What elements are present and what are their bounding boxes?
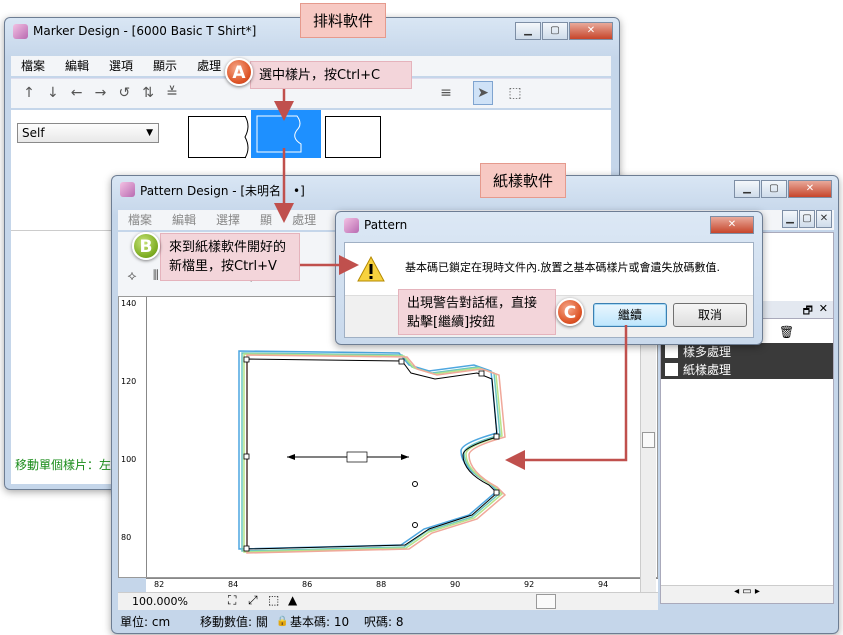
- ruler-label: 92: [524, 580, 535, 589]
- move-value-status: 移動數值: 關: [200, 615, 268, 629]
- app-icon: [120, 182, 135, 197]
- pointer-icon[interactable]: ➤: [473, 81, 493, 105]
- grid-icon[interactable]: ⬚: [268, 593, 279, 607]
- step-a-badge: A: [225, 58, 253, 86]
- step-c-callout: 出現警告對話框，直接點擊[繼續]按鈕: [398, 289, 556, 335]
- marker-title: Marker Design - [6000 Basic T Shirt*]: [33, 24, 257, 38]
- ruler-label: 80: [121, 533, 132, 542]
- fit-icon[interactable]: ⛶: [228, 593, 236, 608]
- base-size-status: 基本碼: 10: [290, 615, 350, 629]
- dialog-close-button[interactable]: ✕: [710, 216, 754, 234]
- move-right-icon[interactable]: →: [90, 85, 110, 101]
- close-button[interactable]: ✕: [788, 180, 832, 198]
- restore-icon[interactable]: 🗗: [803, 302, 813, 321]
- tool-icon[interactable]: ⟡: [122, 268, 142, 284]
- minimize-button[interactable]: ▁: [515, 22, 541, 40]
- warning-icon: [357, 256, 385, 282]
- close-icon[interactable]: ✕: [819, 302, 828, 315]
- zoom-level[interactable]: 100.000%: [132, 595, 188, 608]
- item-checkbox[interactable]: [665, 363, 678, 376]
- cancel-button[interactable]: 取消: [673, 303, 747, 327]
- pattern-software-callout: 紙樣軟件: [480, 163, 567, 198]
- menu-select[interactable]: 選擇: [206, 210, 250, 230]
- ruler-label: 88: [376, 580, 387, 589]
- pattern-title: Pattern Design - [未明名．•]: [140, 184, 305, 198]
- vertical-ruler: 140 120 100 80: [119, 297, 147, 577]
- ruler-label: 86: [302, 580, 313, 589]
- pattern-piece[interactable]: [188, 116, 246, 158]
- side-panel-item[interactable]: 紙樣處理: [661, 361, 833, 379]
- maximize-button[interactable]: ▢: [542, 22, 568, 40]
- marker-status: 移動單個樣片：左: [15, 458, 112, 472]
- flip-icon[interactable]: ⇅: [138, 85, 158, 101]
- step-b-callout: 來到紙樣軟件開好的新檔里，按Ctrl+V: [160, 233, 300, 281]
- horizontal-scrollbar-thumb[interactable]: [536, 594, 556, 609]
- step-a-callout: 選中樣片，按Ctrl+C: [250, 61, 412, 89]
- minimize-button[interactable]: ▁: [734, 180, 760, 198]
- size-status: 呎碼: 8: [364, 615, 404, 629]
- menu-process[interactable]: 處理: [282, 210, 326, 230]
- item-checkbox[interactable]: [665, 345, 678, 358]
- inner-restore-button[interactable]: ▢: [799, 210, 815, 228]
- lock-icon: 🔒: [276, 616, 289, 627]
- pattern-titlebar: Pattern Design - [未明名．•] ▁ ▢ ✕: [112, 176, 838, 204]
- continue-button[interactable]: 繼續: [593, 303, 667, 327]
- marker-software-callout: 排料軟件: [300, 3, 387, 38]
- dropdown-value: Self: [22, 126, 45, 140]
- app-icon: [344, 218, 359, 233]
- inner-close-button[interactable]: ✕: [816, 210, 832, 228]
- selected-piece-outline: [256, 115, 302, 153]
- trash-icon[interactable]: 🗑: [779, 325, 794, 339]
- align-icon[interactable]: ≚: [162, 85, 182, 101]
- pattern-statusbar: 單位: cm 移動數值: 關 🔒 基本碼: 10 呎碼: 8: [118, 612, 834, 632]
- menu-file[interactable]: 檔案: [118, 210, 162, 230]
- ruler-label: 94: [598, 580, 609, 589]
- scrollbar-thumb[interactable]: [642, 432, 655, 448]
- move-up-icon[interactable]: ↑: [19, 85, 39, 101]
- dialog-titlebar: Pattern ✕: [336, 212, 762, 240]
- maximize-button[interactable]: ▢: [761, 180, 787, 198]
- ruler-label: 140: [121, 299, 137, 308]
- menu-file[interactable]: 檔案: [11, 56, 55, 76]
- step-c-badge: C: [556, 298, 584, 326]
- ruler-label: 120: [121, 377, 137, 386]
- item-label: 紙樣處理: [683, 363, 732, 377]
- menu-edit[interactable]: 編輯: [162, 210, 206, 230]
- zoom-bar: 100.000% ⛶ ⤢ ⬚ ▲: [118, 592, 658, 610]
- layout-icon[interactable]: ≡: [436, 85, 456, 101]
- move-down-icon[interactable]: ↓: [43, 85, 63, 101]
- ruler-label: 84: [228, 580, 239, 589]
- step-b-badge: B: [132, 232, 160, 260]
- zoom-icon[interactable]: ⤢: [248, 593, 258, 608]
- zoom-window-icon[interactable]: ⬚: [505, 85, 525, 101]
- chevron-down-icon: ▼: [146, 128, 153, 138]
- side-panel-scroll[interactable]: ◂ ▭ ▸: [661, 585, 833, 603]
- side-panel-item[interactable]: 樣多處理: [661, 343, 833, 361]
- inner-minimize-button[interactable]: ▁: [782, 210, 798, 228]
- pattern-inner-window-buttons: ▁ ▢ ✕: [781, 210, 832, 228]
- ruler-label: 90: [450, 580, 461, 589]
- dialog-message: 基本碼已鎖定在現時文件內.放置之基本碼樣片或會遺失放碼數值.: [405, 261, 720, 274]
- mountain-icon[interactable]: ▲: [288, 593, 297, 607]
- ruler-label: 82: [154, 580, 165, 589]
- unit-status: 單位: cm: [120, 615, 171, 629]
- rotate-icon[interactable]: ↺: [114, 85, 134, 101]
- app-icon: [13, 24, 28, 39]
- item-label: 樣多處理: [683, 345, 732, 359]
- dialog-title: Pattern: [364, 218, 408, 232]
- close-button[interactable]: ✕: [569, 22, 613, 40]
- menu-view[interactable]: 顯示: [143, 56, 187, 76]
- horizontal-ruler: 82 84 86 88 90 92 94: [146, 578, 658, 592]
- menu-options[interactable]: 選項: [99, 56, 143, 76]
- move-left-icon[interactable]: ←: [67, 85, 87, 101]
- menu-view[interactable]: 顯: [250, 210, 282, 230]
- ruler-label: 100: [121, 455, 137, 464]
- self-dropdown[interactable]: Self ▼: [17, 123, 159, 143]
- pattern-piece[interactable]: [325, 116, 381, 158]
- menu-edit[interactable]: 編輯: [55, 56, 99, 76]
